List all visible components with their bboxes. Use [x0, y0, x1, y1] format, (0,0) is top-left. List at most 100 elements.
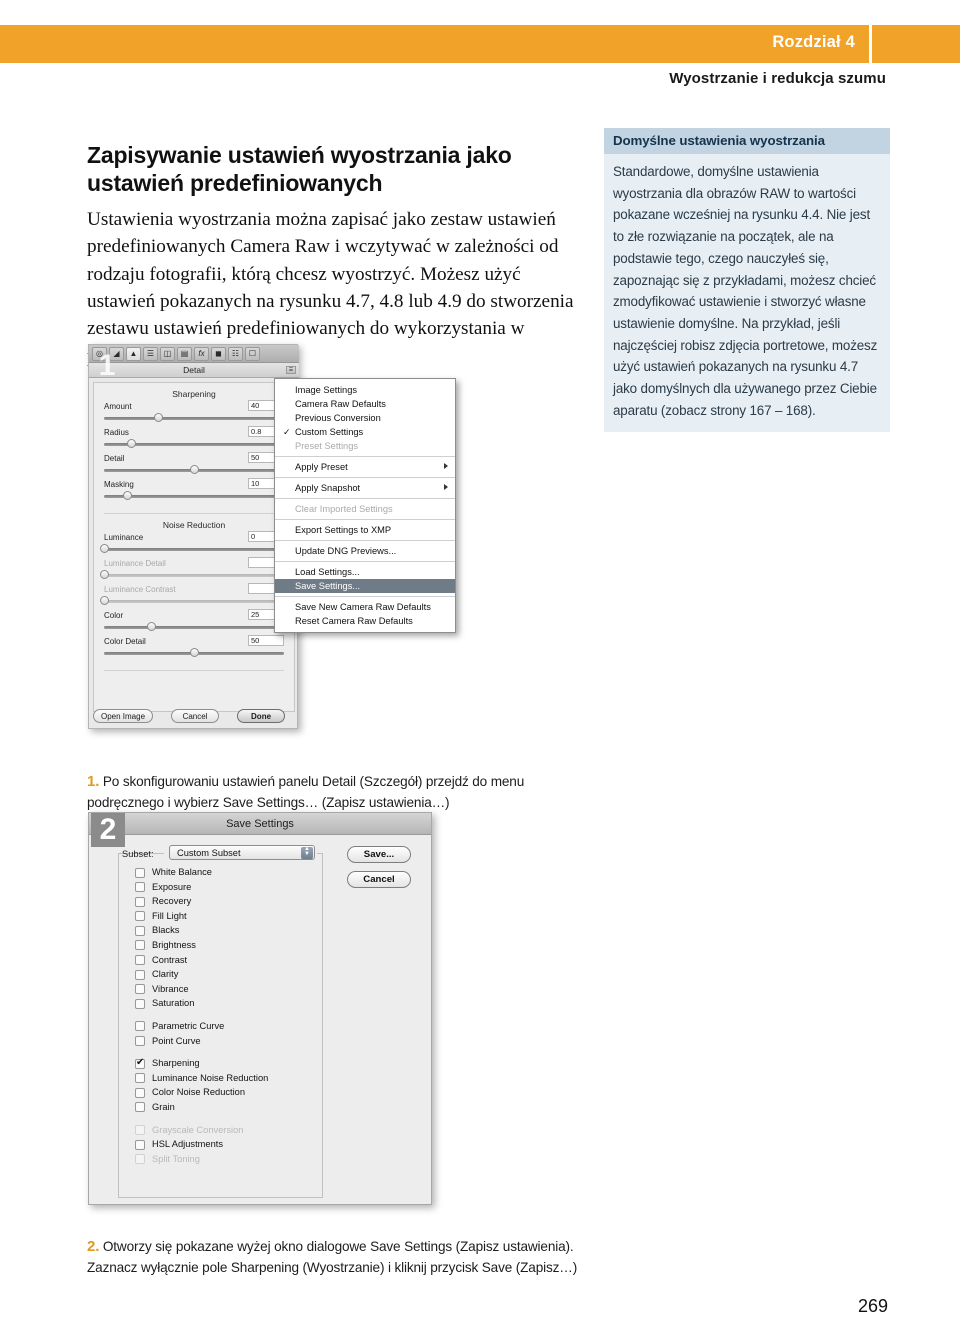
camera-raw-toolbar[interactable]: ◎ ◢ ▲ ☰ ◫ ▤ fx ◼ ☷ ☐	[89, 345, 299, 363]
checkbox-row[interactable]: Fill Light	[135, 909, 325, 924]
slider-row[interactable]: Detail 50	[104, 452, 284, 480]
checkbox-row[interactable]: Brightness	[135, 938, 325, 953]
slider-row[interactable]: Amount 40	[104, 400, 284, 428]
noise-reduction-sliders: Luminance 0 Luminance Detail Luminance Cont…	[94, 531, 294, 663]
slider-knob[interactable]	[190, 648, 199, 657]
effects-icon[interactable]: fx	[194, 346, 209, 361]
checkbox-icon[interactable]	[135, 1102, 145, 1113]
slider-row[interactable]: Luminance 0	[100, 531, 284, 559]
menu-item[interactable]: Update DNG Previews...	[275, 544, 455, 558]
slider-knob[interactable]	[154, 413, 163, 422]
slider-knob[interactable]	[123, 491, 133, 500]
subset-select-value: Custom Subset	[177, 848, 241, 858]
basic-icon[interactable]: ☰	[143, 346, 158, 361]
checkbox-icon[interactable]	[135, 911, 145, 922]
slider-knob[interactable]	[127, 439, 136, 448]
menu-item[interactable]: Export Settings to XMP	[275, 523, 455, 537]
slider-label: Color Detail	[104, 637, 146, 646]
slider-row[interactable]: Luminance Contrast	[100, 583, 284, 611]
checkbox-icon[interactable]	[135, 1139, 145, 1150]
slider-knob[interactable]	[100, 570, 109, 579]
snapshots-icon[interactable]: ☐	[245, 346, 260, 361]
menu-item[interactable]: Load Settings...	[275, 565, 455, 579]
panel-flyout-menu-icon[interactable]: ☰	[286, 366, 296, 374]
checkbox-row[interactable]: Clarity	[135, 967, 325, 982]
slider-row[interactable]: Color Detail 50	[104, 635, 284, 663]
checkbox-row[interactable]: Sharpening	[135, 1056, 325, 1071]
checkbox-row[interactable]: Luminance Noise Reduction	[135, 1071, 325, 1086]
menu-item[interactable]: Camera Raw Defaults	[275, 397, 455, 411]
checkbox-icon[interactable]	[135, 984, 145, 995]
slider-knob[interactable]	[190, 465, 199, 474]
cancel-button[interactable]: Cancel	[347, 871, 411, 888]
checkbox-row[interactable]: White Balance	[135, 865, 325, 880]
slider-knob[interactable]	[100, 596, 109, 605]
checkbox-row[interactable]: Grain	[135, 1100, 325, 1115]
slider-value-field[interactable]: 50	[248, 635, 284, 646]
menu-item[interactable]: Apply Preset	[275, 460, 455, 474]
checkbox-row[interactable]: Parametric Curve	[135, 1019, 325, 1034]
slider-row[interactable]: Radius 0.8	[104, 426, 284, 454]
checkbox-icon[interactable]	[135, 940, 145, 951]
chevron-updown-icon[interactable]: ▲ ▼	[301, 846, 313, 859]
slider-knob[interactable]	[146, 622, 156, 631]
hsl-icon[interactable]: ▤	[177, 346, 192, 361]
detail-icon[interactable]: ▲	[126, 346, 141, 361]
checkbox-row[interactable]: HSL Adjustments	[135, 1137, 325, 1152]
checkbox-row[interactable]: Vibrance	[135, 982, 325, 997]
checkbox-icon[interactable]	[135, 1021, 145, 1032]
slider-track[interactable]	[104, 548, 284, 551]
checkbox-row[interactable]: Recovery	[135, 894, 325, 909]
checkbox-icon[interactable]	[135, 896, 145, 907]
figure-camera-raw-detail-panel: ◎ ◢ ▲ ☰ ◫ ▤ fx ◼ ☷ ☐ Detail ☰ Sharpening…	[88, 344, 457, 729]
checkbox-row[interactable]: Color Noise Reduction	[135, 1085, 325, 1100]
checkbox-icon[interactable]	[135, 925, 145, 936]
tone-curve-icon[interactable]: ◫	[160, 346, 175, 361]
checkbox-row[interactable]: Exposure	[135, 880, 325, 895]
step-2-number: 2.	[87, 1237, 100, 1255]
cancel-button[interactable]: Cancel	[171, 709, 220, 723]
checkbox-row[interactable]: Blacks	[135, 923, 325, 938]
camera-raw-flyout-menu[interactable]: Image Settings Camera Raw Defaults Previou…	[274, 378, 456, 633]
slider-label: Detail	[104, 454, 125, 463]
open-image-button[interactable]: Open Image	[93, 709, 154, 723]
presets-icon[interactable]: ☷	[228, 346, 243, 361]
checkbox-label: Recovery	[152, 896, 192, 907]
checkbox-icon[interactable]	[135, 1057, 145, 1069]
menu-item[interactable]: Image Settings	[275, 383, 455, 397]
save-button[interactable]: Save...	[347, 846, 411, 863]
slider-track[interactable]	[104, 600, 284, 603]
slider-knob[interactable]	[100, 544, 109, 553]
done-button[interactable]: Done	[237, 709, 286, 723]
menu-item[interactable]: Apply Snapshot	[275, 481, 455, 495]
checkbox-icon[interactable]	[135, 955, 145, 966]
checkbox-icon[interactable]	[135, 882, 145, 893]
checkbox-label: Saturation	[152, 998, 195, 1009]
menu-item[interactable]: Save Settings...	[275, 579, 455, 593]
slider-track[interactable]	[104, 417, 284, 420]
slider-row[interactable]: Luminance Detail	[100, 557, 284, 585]
checkbox-row[interactable]: Point Curve	[135, 1034, 325, 1049]
checkbox-icon[interactable]	[135, 998, 145, 1009]
checkbox-icon[interactable]	[135, 1073, 145, 1084]
checkbox-label: Fill Light	[152, 910, 187, 921]
camera-raw-button-row: Open Image Cancel Done	[89, 706, 303, 726]
slider-track[interactable]	[104, 626, 284, 629]
slider-row[interactable]: Masking 10	[104, 478, 284, 506]
slider-track[interactable]	[104, 574, 284, 577]
menu-item[interactable]: Save New Camera Raw Defaults	[275, 600, 455, 614]
checkbox-icon[interactable]	[135, 1087, 145, 1098]
menu-item[interactable]: Custom Settings	[275, 425, 455, 439]
slider-row[interactable]: Color 25	[104, 609, 284, 637]
menu-item[interactable]: Previous Conversion	[275, 411, 455, 425]
checkbox-row[interactable]: Contrast	[135, 953, 325, 968]
subset-select[interactable]: Custom Subset ▲ ▼	[169, 845, 315, 860]
checkbox-icon[interactable]	[135, 867, 145, 878]
submenu-arrow-icon	[444, 463, 448, 469]
checkbox-icon[interactable]	[135, 969, 145, 980]
checkbox-row[interactable]: Saturation	[135, 996, 325, 1011]
step-badge-1: 1	[98, 349, 116, 382]
menu-item[interactable]: Reset Camera Raw Defaults	[275, 614, 455, 628]
camera-calibration-icon[interactable]: ◼	[211, 346, 226, 361]
checkbox-icon[interactable]	[135, 1036, 145, 1047]
